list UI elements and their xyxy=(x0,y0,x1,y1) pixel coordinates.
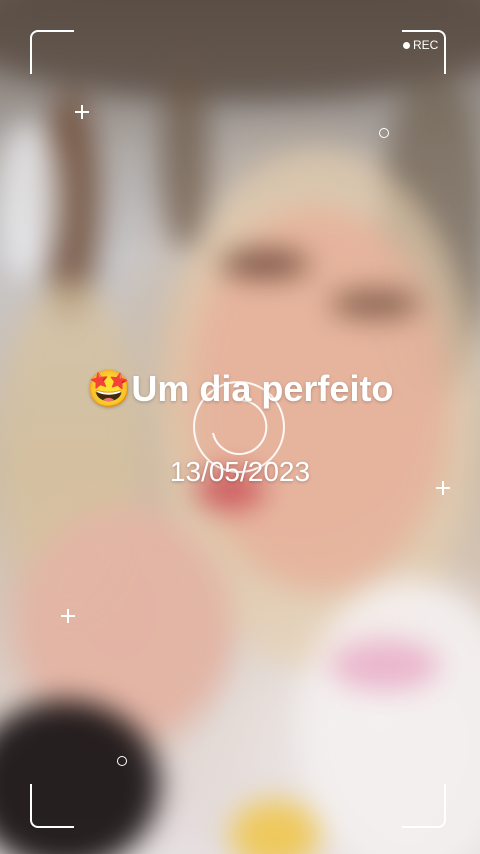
crosshair-plus-icon xyxy=(75,105,89,119)
frame-corner-bottom-left xyxy=(30,784,74,828)
frame-corner-top-right xyxy=(402,30,446,74)
record-dot-icon xyxy=(403,41,410,49)
frame-corner-top-left xyxy=(30,30,74,74)
ring-marker-icon xyxy=(379,128,389,138)
frame-corner-bottom-right xyxy=(402,784,446,828)
video-frame: REC 🤩Um dia perfeito 13/05/2023 xyxy=(0,0,480,854)
rec-indicator: REC xyxy=(403,38,438,52)
overlay-date: 13/05/2023 xyxy=(169,456,311,487)
ring-marker-icon xyxy=(117,756,127,766)
crosshair-plus-icon xyxy=(61,609,75,623)
rec-label: REC xyxy=(413,38,439,52)
overlay-title: 🤩Um dia perfeito xyxy=(86,368,394,409)
